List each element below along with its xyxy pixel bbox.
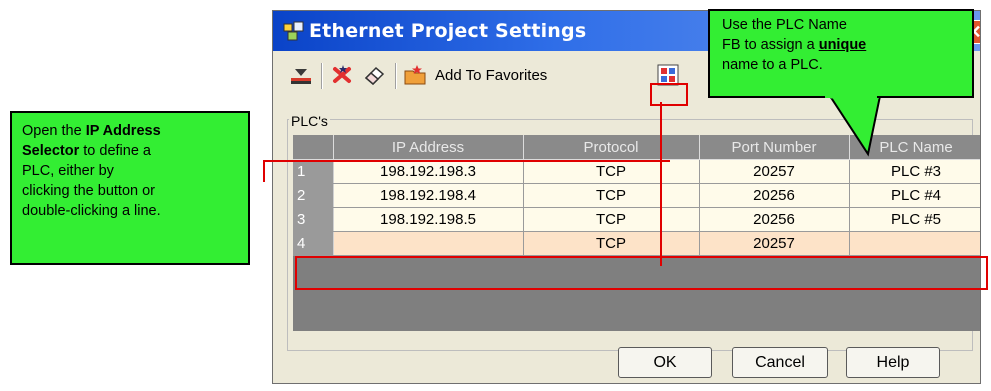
download-button[interactable] [287,61,315,89]
dialog-title: Ethernet Project Settings [309,20,587,42]
eraser-icon [364,66,385,86]
cell-port-number[interactable]: 20257 [699,159,850,184]
eraser-button[interactable] [361,61,389,89]
cell-ip-address[interactable] [333,231,524,256]
callout-connector-line [263,160,265,182]
callout-text: Use the PLC Name [722,17,847,33]
callout-text: to define a [79,143,151,159]
callout-connector-line [263,160,670,162]
column-header-protocol[interactable]: Protocol [523,135,700,160]
selected-row-highlight-box [295,256,988,290]
help-button[interactable]: Help [846,347,940,378]
table-row[interactable]: 3 198.192.198.5 TCP 20256 PLC #5 [293,207,980,232]
cell-port-number[interactable]: 20256 [699,183,850,208]
column-header-ip-address[interactable]: IP Address [333,135,524,160]
cell-plc-name[interactable]: PLC #5 [849,207,980,232]
row-number: 2 [293,183,334,208]
callout-text: PLC, either by [22,163,114,179]
plcs-group-label: PLC's [289,113,330,129]
callout-bold-text: IP Address [85,123,161,139]
cell-protocol[interactable]: TCP [523,159,700,184]
callout-text: Open the [22,123,86,139]
plc-name-fb-callout: Use the PLC Name FB to assign a unique n… [708,9,974,98]
cell-ip-address[interactable]: 198.192.198.5 [333,207,524,232]
cell-protocol[interactable]: TCP [523,231,700,256]
cell-protocol[interactable]: TCP [523,207,700,232]
folder-star-icon [404,65,426,85]
cell-port-number[interactable]: 20256 [699,207,850,232]
callout-text: FB to assign a [722,37,819,53]
callout-border [708,96,825,98]
toolbar-separator [395,63,397,89]
add-to-favorites-label: Add To Favorites [435,66,548,84]
row-number: 3 [293,207,334,232]
callout-text: clicking the button or [22,183,155,199]
delete-icon [333,65,351,83]
plc-grid: IP Address Protocol Port Number PLC Name… [293,135,980,331]
callout-underline-text: unique [818,37,867,53]
row-number: 4 [293,231,334,256]
cell-plc-name[interactable]: PLC #4 [849,183,980,208]
table-row[interactable]: 1 198.192.198.3 TCP 20257 PLC #3 [293,159,980,184]
table-row-selected[interactable]: 4 TCP 20257 [293,231,980,256]
cancel-button[interactable]: Cancel [732,347,828,378]
cell-port-number[interactable]: 20257 [699,231,850,256]
cell-ip-address[interactable]: 198.192.198.3 [333,159,524,184]
column-header-num [293,135,334,160]
toolbar-separator [321,63,323,89]
callout-connector-line [660,102,662,266]
cell-protocol[interactable]: TCP [523,183,700,208]
add-to-favorites-button[interactable]: Add To Favorites [403,61,623,89]
callout-text: name to a PLC. [722,57,823,73]
callout-bold-text: Selector [22,143,80,159]
callout-pointer [828,96,882,157]
ip-selector-highlight-box [650,83,688,106]
table-row[interactable]: 2 198.192.198.4 TCP 20256 PLC #4 [293,183,980,208]
cell-plc-name[interactable] [849,231,980,256]
download-icon [291,69,311,84]
row-number: 1 [293,159,334,184]
app-icon [283,21,304,41]
delete-button[interactable] [329,61,357,89]
cell-plc-name[interactable]: PLC #3 [849,159,980,184]
ip-address-selector-callout: Open the IP Address Selector to define a… [10,111,250,265]
cell-ip-address[interactable]: 198.192.198.4 [333,183,524,208]
callout-text: double-clicking a line. [22,203,161,219]
ok-button[interactable]: OK [618,347,712,378]
callout-border [877,96,974,98]
